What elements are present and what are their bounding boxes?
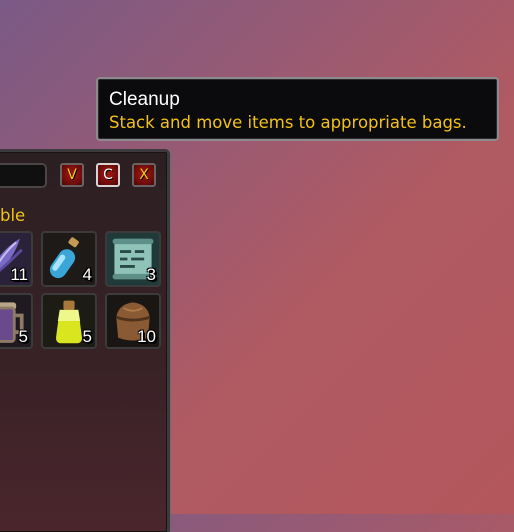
bag-slot[interactable]: 4 xyxy=(41,231,97,287)
tooltip-description: Stack and move items to appropriate bags… xyxy=(109,113,467,132)
bag-slot[interactable]: 11 xyxy=(0,231,33,287)
bag-window: V C X ble 11 4 3 5 5 10 xyxy=(0,149,170,532)
item-count: 3 xyxy=(146,265,156,284)
bag-slot[interactable]: 5 xyxy=(0,293,33,349)
cleanup-button[interactable]: C xyxy=(96,163,120,187)
close-button[interactable]: X xyxy=(132,163,156,187)
bag-slot[interactable]: 5 xyxy=(41,293,97,349)
item-count: 10 xyxy=(137,327,156,346)
item-count: 5 xyxy=(82,327,92,346)
bag-slot[interactable]: 10 xyxy=(105,293,161,349)
v-button[interactable]: V xyxy=(60,163,84,187)
v-button-label: V xyxy=(67,167,77,183)
item-count: 5 xyxy=(18,327,28,346)
cleanup-button-label: C xyxy=(103,167,113,183)
item-count: 4 xyxy=(82,265,92,284)
item-count: 11 xyxy=(10,265,28,284)
category-label: ble xyxy=(0,206,26,225)
close-button-label: X xyxy=(139,167,149,183)
cleanup-tooltip: Cleanup Stack and move items to appropri… xyxy=(96,77,499,141)
bag-search-input[interactable] xyxy=(0,163,47,188)
bag-slot[interactable]: 3 xyxy=(105,231,161,287)
tooltip-title: Cleanup xyxy=(109,89,180,110)
